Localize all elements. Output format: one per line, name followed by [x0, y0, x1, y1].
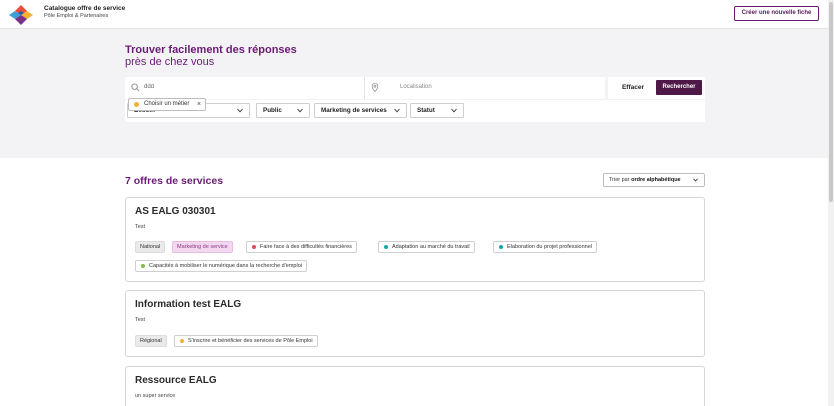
filter-label: Marketing de services	[321, 107, 387, 114]
card-description: Test	[135, 317, 146, 323]
brand-subtitle: Pôle Emploi & Partenaires	[44, 13, 109, 19]
search-input[interactable]: ddd	[125, 77, 365, 99]
search-button[interactable]: Rechercher	[656, 80, 702, 95]
tag-marketing: Marketing de service	[172, 241, 233, 253]
tag-need: Adaptation au marché du travail	[378, 241, 475, 253]
chevron-down-icon	[451, 108, 457, 113]
chip-label: Choisir un métier	[144, 101, 190, 107]
green-dot-icon	[141, 264, 145, 268]
card-description: Test	[135, 224, 146, 230]
red-dot-icon	[252, 245, 256, 249]
service-card[interactable]: AS EALG 030301 Test National Marketing d…	[125, 197, 705, 282]
card-title: AS EALG 030301	[135, 206, 216, 217]
service-card[interactable]: Ressource EALG un super service	[125, 366, 705, 406]
filter-bar: Besoin Public Marketing de services Stat…	[125, 100, 705, 122]
chip-dot-icon	[134, 102, 139, 107]
sort-dropdown[interactable]: Trier par ordre alphabétique	[603, 173, 705, 187]
filter-label: Public	[263, 107, 282, 114]
teal-dot-icon	[384, 245, 388, 249]
search-section: Trouver facilement des réponses près de …	[0, 29, 828, 158]
card-title: Ressource EALG	[135, 375, 217, 386]
hero-title: Trouver facilement des réponses	[125, 44, 297, 56]
top-bar: Catalogue offre de service Pôle Emploi &…	[0, 0, 828, 29]
search-actions: Effacer Rechercher	[608, 77, 705, 99]
tag-label: Elaboration du projet professionnel	[507, 244, 593, 250]
filter-public-dropdown[interactable]: Public	[256, 103, 310, 118]
remove-chip-icon[interactable]: ×	[197, 99, 201, 110]
hero-subtitle: près de chez vous	[125, 56, 215, 68]
tag-need: S'inscrire et bénéficier des services de…	[174, 335, 318, 347]
results-count-title: 7 offres de services	[125, 175, 224, 187]
filter-marketing-dropdown[interactable]: Marketing de services	[314, 103, 407, 118]
search-icon	[131, 83, 140, 92]
tag-label: Capacités à mobiliser le numérique dans …	[149, 263, 302, 269]
chevron-down-icon	[297, 108, 303, 113]
chevron-down-icon	[693, 178, 698, 182]
clear-button[interactable]: Effacer	[618, 81, 648, 95]
sort-value: ordre alphabétique	[631, 177, 681, 183]
tag-label: Adaptation au marché du travail	[392, 244, 470, 250]
page-scrollbar[interactable]	[828, 0, 834, 406]
yellow-dot-icon	[180, 339, 184, 343]
location-input[interactable]: Localisation	[365, 77, 605, 99]
tag-label: Faire face à des difficultés financières	[260, 244, 352, 250]
create-sheet-button[interactable]: Créer une nouvelle fiche	[734, 6, 819, 21]
sort-prefix: Trier par	[609, 177, 630, 183]
search-bar: ddd Localisation Effacer Rechercher	[125, 77, 705, 99]
service-card[interactable]: Information test EALG Test Régional S'in…	[125, 290, 705, 357]
location-pin-icon	[371, 83, 379, 92]
teal-dot-icon	[499, 245, 503, 249]
logo-icon[interactable]	[9, 5, 33, 25]
location-placeholder: Localisation	[400, 84, 432, 90]
filter-statut-dropdown[interactable]: Statut	[410, 103, 464, 118]
tag-need: Elaboration du projet professionnel	[493, 241, 598, 253]
scrollbar-thumb[interactable]	[829, 2, 833, 202]
tag-scope: National	[135, 241, 166, 253]
search-input-value: ddd	[144, 84, 155, 90]
filter-label: Statut	[417, 107, 435, 114]
card-description: un super service	[135, 393, 176, 399]
brand-title: Catalogue offre de service	[44, 5, 126, 12]
active-filter-chip: Choisir un métier ×	[128, 98, 206, 111]
card-title: Information test EALG	[135, 299, 242, 310]
tag-need: Faire face à des difficultés financières	[246, 241, 357, 253]
tag-label: S'inscrire et bénéficier des services de…	[188, 338, 313, 344]
tag-scope: Régional	[135, 335, 167, 347]
chevron-down-icon	[394, 108, 400, 113]
tag-need: Capacités à mobiliser le numérique dans …	[135, 260, 307, 272]
chevron-down-icon	[237, 108, 243, 113]
